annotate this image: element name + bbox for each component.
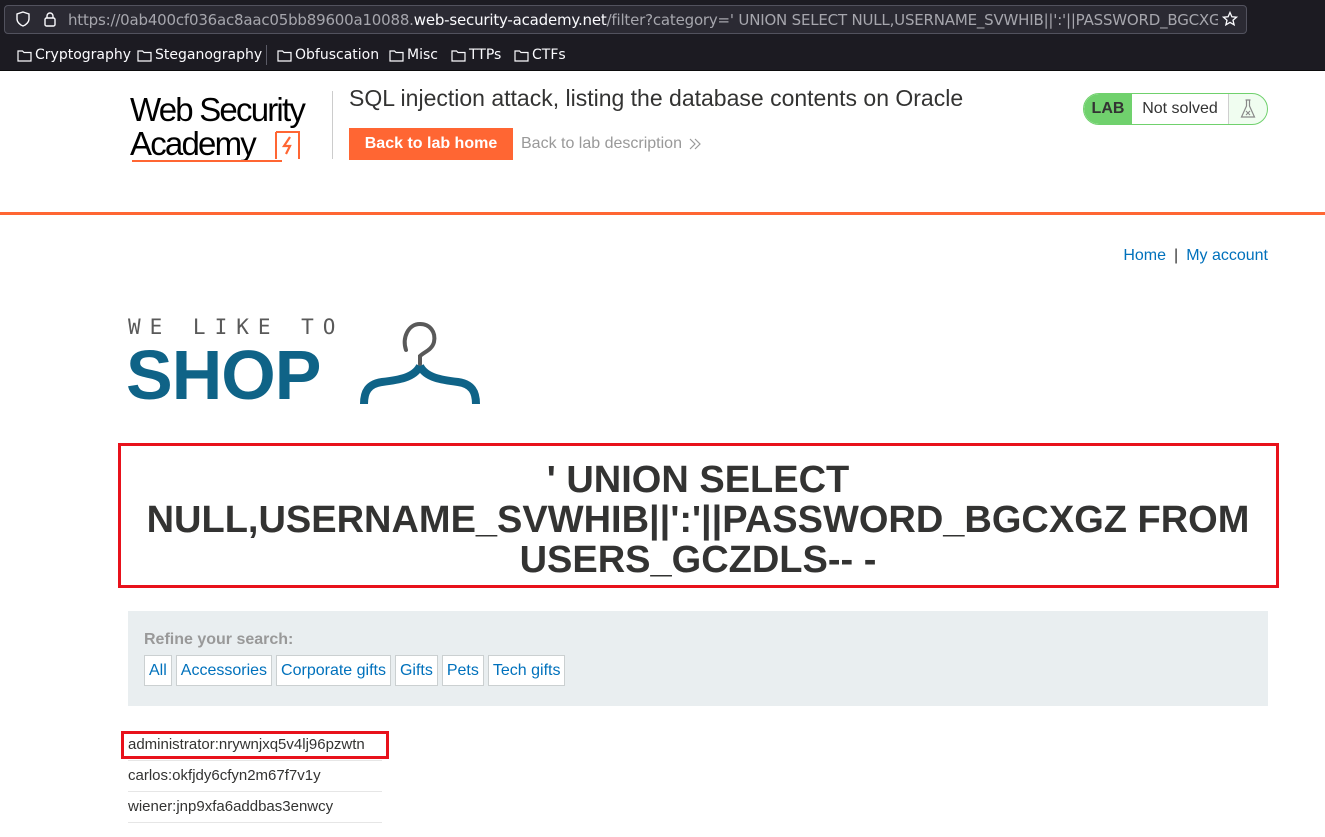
search-title: ' UNION SELECT NULL,USERNAME_SVWHIB||':'… [146,459,1250,581]
back-to-lab-home-button[interactable]: Back to lab home [349,128,513,160]
lab-badge: LAB [1084,94,1132,124]
bookmark-label: Misc [407,47,438,63]
category-list: All Accessories Corporate gifts Gifts Pe… [144,655,569,686]
logo-line2: Academy [130,125,257,162]
lab-status-text: Not solved [1132,94,1228,124]
admin-credential-highlight [121,731,389,759]
lightning-icon [275,131,300,159]
bookmark-misc[interactable]: Misc [389,46,438,64]
logo-underline [132,160,282,162]
flask-icon [1240,99,1256,118]
result-row: wiener:jnp9xfa6addbas3enwcy [128,792,382,823]
lab-title: SQL injection attack, listing the databa… [349,85,964,111]
shop-wordmark: SHOP [126,336,321,414]
double-chevron-right-icon [689,138,701,150]
flask-icon-container [1228,94,1267,124]
shield-icon[interactable] [15,11,31,27]
category-tech-gifts[interactable]: Tech gifts [487,655,566,686]
back-to-lab-description-link[interactable]: Back to lab description [521,135,702,153]
filter-label: Refine your search: [144,631,294,648]
url-text[interactable]: https://0ab400cf036ac8aac05bb89600a10088… [68,11,1218,29]
folder-icon [17,49,32,62]
bookmark-obfuscation[interactable]: Obfuscation [277,46,379,64]
home-link[interactable]: Home [1123,247,1166,264]
folder-icon [451,49,466,62]
bookmark-label: Obfuscation [295,47,380,63]
folder-icon [277,49,292,62]
nav-separator: | [1174,247,1179,264]
lock-icon[interactable] [42,11,58,27]
filter-panel: Refine your search: All Accessories Corp… [128,611,1268,706]
category-pets[interactable]: Pets [441,655,484,686]
bookmark-star-icon[interactable] [1222,11,1238,27]
category-corporate-gifts[interactable]: Corporate gifts [276,655,391,686]
browser-toolbar: https://0ab400cf036ac8aac05bb89600a10088… [0,0,1325,40]
shop-tagline: WE LIKE TO [128,315,345,339]
hanger-icon [360,321,480,405]
address-bar[interactable]: https://0ab400cf036ac8aac05bb89600a10088… [4,5,1247,34]
bookmark-label: Steganography [155,47,263,63]
bookmark-steganography[interactable]: Steganography [137,46,262,64]
my-account-link[interactable]: My account [1186,247,1268,264]
bookmark-ctfs[interactable]: CTFs [514,46,566,64]
lab-status-widget: LAB Not solved [1083,93,1268,125]
folder-icon [389,49,404,62]
folder-icon [137,49,152,62]
web-security-academy-logo[interactable]: Web Security Academy [130,93,330,165]
top-nav: Home | My account [1123,247,1268,265]
bookmark-label: CTFs [532,47,566,63]
category-gifts[interactable]: Gifts [394,655,438,686]
bookmark-separator [266,45,267,65]
bookmark-ttps[interactable]: TTPs [451,46,501,64]
logo-line1: Web Security [130,91,306,128]
shop-logo: WE LIKE TO SHOP [126,316,486,410]
lab-header: Web Security Academy SQL injection attac… [0,71,1325,215]
url-prefix: https://0ab400cf036ac8aac05bb89600a10088… [68,11,414,29]
url-domain: web-security-academy.net [413,11,607,29]
bookmark-label: TTPs [469,47,502,63]
bookmark-label: Cryptography [35,47,132,63]
bookmarks-bar: Cryptography Steganography Obfuscation M… [0,40,1325,71]
url-path: /filter?category=' UNION SELECT NULL,USE… [606,11,1218,29]
category-all[interactable]: All [144,655,172,686]
folder-icon [514,49,529,62]
category-accessories[interactable]: Accessories [175,655,273,686]
back-to-lab-description-label: Back to lab description [521,135,682,152]
result-row: carlos:okfjdy6cfyn2m67f7v1y [128,761,382,792]
header-divider [332,91,333,159]
bookmark-cryptography[interactable]: Cryptography [17,46,131,64]
